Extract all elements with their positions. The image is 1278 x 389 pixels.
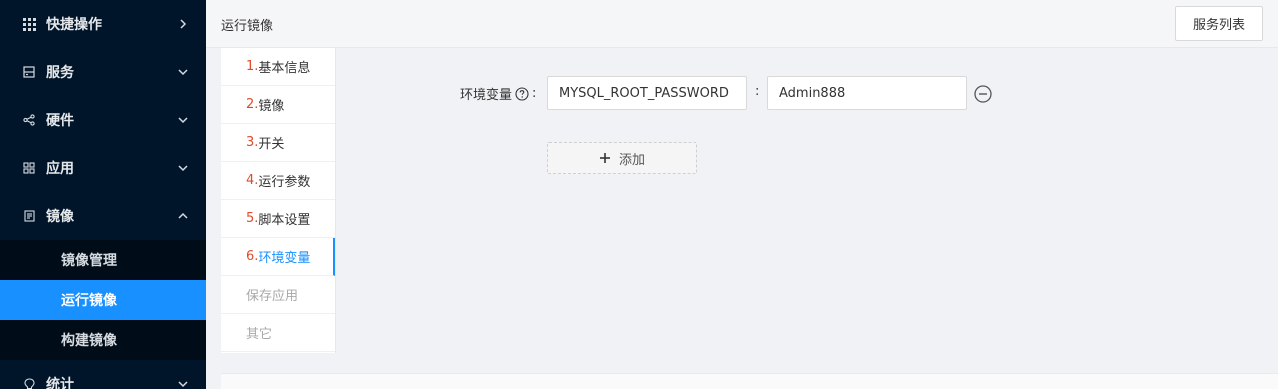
apps-icon	[22, 161, 36, 175]
page-title: 运行镜像	[221, 19, 274, 34]
step-switches[interactable]: 3. 开关	[221, 124, 335, 162]
env-value-input[interactable]: Admin888	[767, 76, 967, 110]
bottom-card	[221, 373, 1278, 389]
step-save-app[interactable]: 保存应用	[221, 276, 335, 314]
env-form: 环境变量 : MYSQL_ROOT_PASSWORD : Admin888 添加	[336, 48, 1278, 353]
env-var-label-text: 环境变量	[460, 88, 513, 103]
step-label: 开关	[258, 137, 285, 152]
sidebar-item-label: 快捷操作	[46, 17, 102, 33]
step-number: 4.	[246, 173, 259, 188]
label-colon: :	[532, 86, 537, 101]
sidebar-item-hardware[interactable]: 硬件	[0, 96, 206, 144]
sidebar-item-label: 应用	[46, 161, 74, 177]
step-label: 镜像	[258, 99, 285, 114]
chevron-down-icon	[178, 115, 188, 125]
step-other[interactable]: 其它	[221, 314, 335, 352]
step-label: 脚本设置	[258, 213, 311, 228]
step-number: 6.	[246, 249, 259, 264]
share-icon	[22, 113, 36, 127]
sidebar-item-label: 统计	[46, 377, 74, 389]
sidebar: 快捷操作 服务 硬件 应用 镜像 镜像管理 运行镜像 构建镜像 统计	[0, 0, 206, 389]
step-number: 5.	[246, 211, 259, 226]
step-number: 1.	[246, 59, 259, 74]
step-number: 2.	[246, 97, 259, 112]
sidebar-item-apps[interactable]: 应用	[0, 144, 206, 192]
chevron-down-icon	[178, 67, 188, 77]
steps-nav: 1. 基本信息 2. 镜像 3. 开关 4. 运行参数 5. 脚本设置 6. 环境变量 保存…	[221, 48, 336, 353]
plus-icon	[599, 152, 611, 164]
chevron-up-icon	[178, 211, 188, 221]
file-icon	[22, 209, 36, 223]
env-key-input[interactable]: MYSQL_ROOT_PASSWORD	[547, 76, 747, 110]
main-content: 运行镜像 服务列表 1. 基本信息 2. 镜像 3. 开关 4. 运行参数 5. 脚本设置…	[206, 0, 1278, 389]
sidebar-item-services[interactable]: 服务	[0, 48, 206, 96]
chevron-down-icon	[178, 163, 188, 173]
server-icon	[22, 65, 36, 79]
step-image[interactable]: 2. 镜像	[221, 86, 335, 124]
step-run-params[interactable]: 4. 运行参数	[221, 162, 335, 200]
key-value-separator: :	[755, 84, 760, 99]
images-submenu: 镜像管理 运行镜像 构建镜像	[0, 240, 206, 360]
sidebar-item-label: 服务	[46, 65, 74, 81]
sidebar-item-quick-actions[interactable]: 快捷操作	[0, 0, 206, 48]
page-header: 运行镜像 服务列表	[206, 0, 1278, 48]
step-env-vars[interactable]: 6. 环境变量	[221, 238, 335, 276]
env-var-label: 环境变量 :	[460, 84, 536, 103]
step-label: 保存应用	[246, 289, 299, 304]
add-button-label: 添加	[618, 152, 645, 168]
question-circle-icon[interactable]	[515, 86, 529, 101]
sidebar-subitem-build-image[interactable]: 构建镜像	[0, 320, 206, 360]
sidebar-subitem-run-image[interactable]: 运行镜像	[0, 280, 206, 320]
sidebar-item-label: 镜像	[46, 209, 74, 225]
sidebar-item-label: 硬件	[46, 113, 74, 129]
chevron-right-icon	[178, 19, 188, 29]
step-label: 基本信息	[258, 61, 311, 76]
step-label: 运行参数	[258, 175, 311, 190]
grid-icon	[22, 17, 36, 31]
step-script-settings[interactable]: 5. 脚本设置	[221, 200, 335, 238]
sidebar-subitem-image-management[interactable]: 镜像管理	[0, 240, 206, 280]
step-label: 其它	[246, 327, 273, 342]
minus-circle-icon[interactable]	[974, 85, 992, 103]
bulb-icon	[22, 377, 36, 389]
service-list-button[interactable]: 服务列表	[1175, 6, 1263, 41]
sidebar-item-statistics[interactable]: 统计	[0, 360, 206, 389]
add-env-var-button[interactable]: 添加	[547, 142, 697, 174]
step-basic-info[interactable]: 1. 基本信息	[221, 48, 335, 86]
sidebar-item-images[interactable]: 镜像	[0, 192, 206, 240]
step-label: 环境变量	[258, 251, 311, 266]
chevron-down-icon	[178, 379, 188, 389]
step-number: 3.	[246, 135, 259, 150]
